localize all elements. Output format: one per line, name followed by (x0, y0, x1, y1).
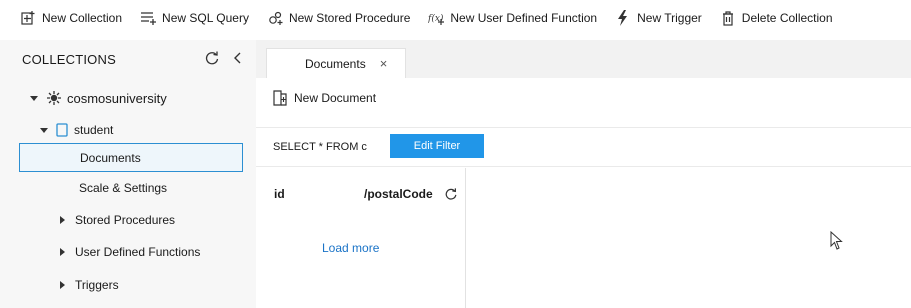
tree-item-documents-label: Documents (80, 150, 141, 165)
load-more-link[interactable]: Load more (322, 241, 379, 255)
expand-caret-icon (30, 95, 38, 101)
expand-caret-icon (60, 248, 65, 256)
tree-item-triggers-label: Triggers (75, 278, 119, 292)
new-stored-procedure-label: New Stored Procedure (288, 11, 411, 25)
database-icon (47, 91, 61, 105)
function-icon: f(x) (428, 13, 445, 25)
tree-item-documents[interactable]: Documents (19, 143, 243, 172)
new-collection-label: New Collection (42, 11, 123, 25)
tree-item-stored-procedures[interactable]: Stored Procedures (60, 208, 175, 232)
filter-query-text: SELECT * FROM c (273, 141, 367, 153)
close-icon[interactable]: × (380, 56, 388, 71)
new-document-icon (273, 90, 287, 106)
database-label: cosmosuniversity (67, 90, 167, 106)
new-document-button[interactable]: New Document (272, 90, 376, 106)
sidebar-header: COLLECTIONS (0, 40, 256, 78)
collection-icon (56, 123, 68, 137)
new-document-label: New Document (294, 91, 377, 105)
tree-item-scale-settings-label: Scale & Settings (79, 181, 168, 195)
filter-bar: SELECT * FROM c Edit Filter (256, 127, 911, 167)
lightning-icon (618, 10, 628, 26)
new-stored-procedure-button[interactable]: New Stored Procedure (267, 10, 410, 26)
tab-documents-label: Documents (305, 56, 366, 71)
tree-item-udfs[interactable]: User Defined Functions (60, 240, 200, 264)
new-trigger-button[interactable]: New Trigger (615, 10, 702, 26)
expand-caret-icon (40, 127, 48, 133)
collections-sidebar: COLLECTIONS cosmosuniversity student Doc… (0, 40, 256, 308)
tree-database-cosmosuniversity[interactable]: cosmosuniversity (30, 86, 167, 110)
expand-caret-icon (60, 216, 65, 224)
new-sql-query-button[interactable]: New SQL Query (140, 10, 249, 26)
tree-item-udfs-label: User Defined Functions (75, 245, 201, 259)
tree-item-triggers[interactable]: Triggers (60, 273, 119, 297)
delete-collection-button[interactable]: Delete Collection (720, 10, 833, 26)
expand-caret-icon (60, 281, 65, 289)
new-sql-query-label: New SQL Query (162, 11, 249, 25)
refresh-icon[interactable] (444, 187, 458, 201)
new-collection-button[interactable]: New Collection (20, 10, 122, 26)
collection-label: student (74, 123, 114, 137)
tree-collection-student[interactable]: student (40, 118, 113, 142)
column-header-partition-key: /postalCode (364, 187, 433, 201)
command-bar: New Collection New SQL Query New Stored … (0, 0, 911, 36)
new-udf-button[interactable]: f(x) New User Defined Function (428, 10, 597, 26)
delete-collection-label: Delete Collection (741, 11, 833, 25)
collapse-chevron-icon[interactable] (231, 50, 243, 66)
document-list: id /postalCode Load more (256, 168, 466, 308)
tab-documents[interactable]: Documents × (266, 48, 406, 78)
tab-strip: Documents × (256, 40, 911, 78)
mouse-cursor-icon (830, 231, 843, 250)
column-header-id: id (274, 187, 285, 201)
sidebar-title: COLLECTIONS (22, 52, 116, 67)
stored-procedure-icon (269, 11, 283, 25)
tree-item-stored-procedures-label: Stored Procedures (75, 213, 176, 227)
trash-icon (722, 11, 733, 26)
new-query-icon (141, 12, 157, 25)
new-trigger-label: New Trigger (637, 11, 702, 25)
tree-item-scale-settings[interactable]: Scale & Settings (79, 176, 167, 200)
refresh-icon[interactable] (204, 50, 220, 66)
new-collection-icon (21, 11, 35, 25)
new-udf-label: New User Defined Function (450, 11, 598, 25)
edit-filter-button[interactable]: Edit Filter (390, 134, 484, 158)
